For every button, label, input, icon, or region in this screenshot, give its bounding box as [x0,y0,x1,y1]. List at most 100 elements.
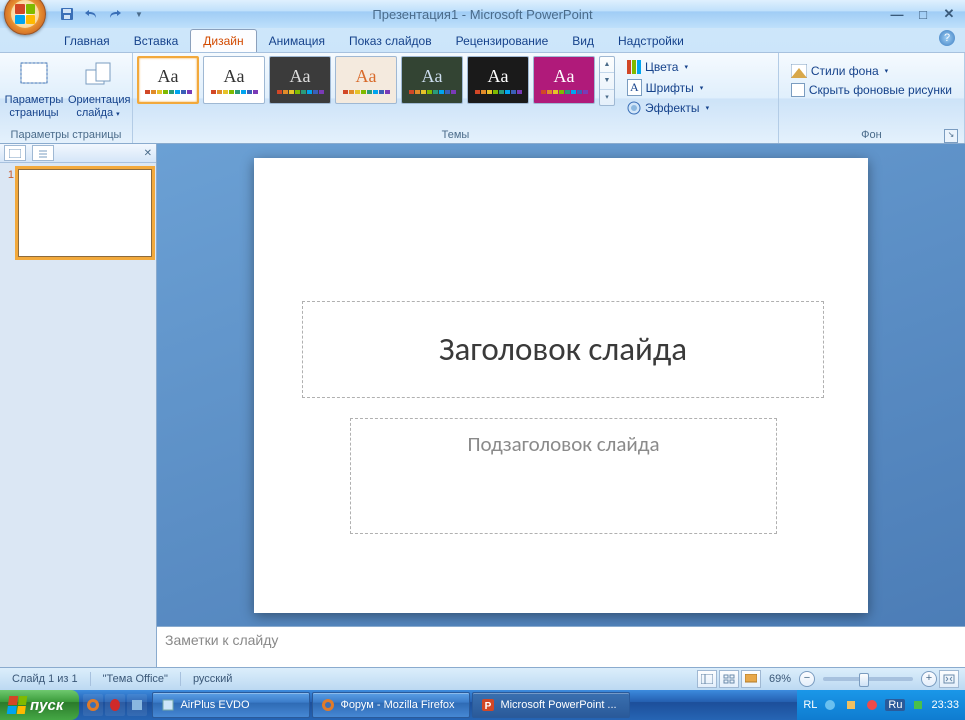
theme-thumb-office[interactable]: Aa [137,56,199,104]
taskbar-item-icon: P [481,698,495,712]
sorter-view-button[interactable] [719,670,739,688]
workspace: ✕ 1 Заголовок слайда Подзаголовок слайда [0,144,965,667]
subtitle-placeholder-text: Подзаголовок слайда [467,431,659,457]
effects-button[interactable]: Эффекты▾ [623,99,713,117]
hide-bg-graphics-checkbox[interactable]: Скрыть фоновые рисунки [787,81,956,99]
maximize-button[interactable]: □ [913,6,933,22]
editor-area: Заголовок слайда Подзаголовок слайда Зам… [157,144,965,667]
tray-clock[interactable]: 23:33 [931,699,959,711]
taskbar-item-icon [321,698,335,712]
tray-icon-2[interactable] [843,697,859,713]
quick-access-toolbar: ▼ [58,0,148,28]
theme-gallery-more[interactable]: ▲▼▾ [599,56,615,106]
tray-icon-4[interactable] [910,697,926,713]
slide-panel: ✕ 1 [0,144,157,667]
tray-lang2[interactable]: Ru [885,699,905,711]
page-setup-label: Параметры страницы [4,94,64,120]
checkbox-icon [791,83,805,97]
qat-more-icon[interactable]: ▼ [130,5,148,23]
minimize-button[interactable]: — [887,6,907,22]
slide-thumbnail-1[interactable]: 1 [4,169,152,257]
bg-styles-icon [791,64,807,78]
slide-canvas[interactable]: Заголовок слайда Подзаголовок слайда [254,158,868,613]
slide-canvas-area[interactable]: Заголовок слайда Подзаголовок слайда [157,144,965,626]
theme-thumb-dark-gray[interactable]: Aa [269,56,331,104]
ribbon-tabs: Главная Вставка Дизайн Анимация Показ сл… [0,28,965,52]
dialog-launcher-icon[interactable]: ↘ [944,129,958,143]
slide-thumbnails: 1 [0,163,156,667]
ql-opera-icon[interactable] [105,694,125,716]
outline-tab[interactable] [32,145,54,161]
group-title-background: Фон↘ [783,127,960,143]
zoom-slider[interactable] [823,677,913,681]
taskbar-item-2[interactable]: PMicrosoft PowerPoint ... [472,692,630,718]
theme-thumb-light[interactable]: Aa [203,56,265,104]
ql-app-icon[interactable] [127,694,147,716]
ribbon: Параметры страницы Ориентация слайда ▾ П… [0,52,965,144]
windows-logo-icon [7,696,28,714]
background-styles-button[interactable]: Стили фона▾ [787,62,956,80]
svg-text:P: P [485,701,492,712]
zoom-value[interactable]: 69% [763,673,797,685]
page-setup-button[interactable]: Параметры страницы [4,56,64,120]
theme-thumb-green-dark[interactable]: Aa [401,56,463,104]
title-placeholder-text: Заголовок слайда [439,329,687,369]
quick-launch [79,694,151,716]
status-theme: "Тема Office" [97,673,174,685]
windows-taskbar: пуск AirPlus EVDO Форум - Mozilla Firefox… [0,690,965,720]
tab-design[interactable]: Дизайн [190,29,256,52]
notes-pane[interactable]: Заметки к слайду [157,626,965,667]
tab-addins[interactable]: Надстройки [606,30,696,52]
taskbar-item-1[interactable]: Форум - Mozilla Firefox [312,692,470,718]
tray-icon-3[interactable] [864,697,880,713]
start-button[interactable]: пуск [0,690,79,720]
tray-lang1[interactable]: RL [803,699,817,711]
tab-review[interactable]: Рецензирование [444,30,561,52]
tab-home[interactable]: Главная [52,30,122,52]
system-tray: RL Ru 23:33 [797,690,965,720]
theme-thumb-magenta[interactable]: Aa [533,56,595,104]
theme-gallery: AaAaAaAaAaAaAa [137,56,595,104]
taskbar-item-0[interactable]: AirPlus EVDO [152,692,310,718]
app-window: ▼ Презентация1 - Microsoft PowerPoint — … [0,0,965,720]
slideshow-view-button[interactable] [741,670,761,688]
slide-orientation-button[interactable]: Ориентация слайда ▾ [68,56,128,121]
zoom-out-button[interactable]: − [799,671,815,687]
ql-firefox-icon[interactable] [83,694,103,716]
tab-animation[interactable]: Анимация [257,30,337,52]
group-title-themes: Темы [137,127,774,143]
redo-icon[interactable] [106,5,124,23]
tab-insert[interactable]: Вставка [122,30,191,52]
group-page-setup: Параметры страницы Ориентация слайда ▾ П… [0,53,133,143]
save-icon[interactable] [58,5,76,23]
panel-close-icon[interactable]: ✕ [144,148,152,159]
group-themes: AaAaAaAaAaAaAa ▲▼▾ Цвета▾ A Шрифты▾ Эффе… [133,53,779,143]
close-button[interactable]: ✕ [939,6,959,22]
taskbar-item-icon [161,698,175,712]
normal-view-button[interactable] [697,670,717,688]
colors-button[interactable]: Цвета▾ [623,58,713,76]
theme-thumb-black[interactable]: Aa [467,56,529,104]
slide-number: 1 [4,169,14,257]
titlebar: ▼ Презентация1 - Microsoft PowerPoint — … [0,0,965,28]
taskbar-item-label: Форум - Mozilla Firefox [340,699,454,711]
title-placeholder[interactable]: Заголовок слайда [302,301,824,398]
zoom-in-button[interactable]: + [921,671,937,687]
undo-icon[interactable] [82,5,100,23]
slides-tab[interactable] [4,145,26,161]
tray-icon-1[interactable] [822,697,838,713]
notes-placeholder-text: Заметки к слайду [165,632,278,648]
tab-slideshow[interactable]: Показ слайдов [337,30,444,52]
subtitle-placeholder[interactable]: Подзаголовок слайда [350,418,777,534]
theme-thumb-orange[interactable]: Aa [335,56,397,104]
tab-view[interactable]: Вид [560,30,606,52]
status-slide-info: Слайд 1 из 1 [6,673,84,685]
group-title-page-setup: Параметры страницы [4,127,128,143]
status-language[interactable]: русский [187,673,238,685]
group-background: Стили фона▾ Скрыть фоновые рисунки Фон↘ [779,53,965,143]
slide-panel-tabs: ✕ [0,144,156,163]
status-bar: Слайд 1 из 1 "Тема Office" русский 69% −… [0,667,965,690]
fit-button[interactable] [939,670,959,688]
fonts-button[interactable]: A Шрифты▾ [623,77,713,98]
help-icon[interactable]: ? [939,30,955,46]
